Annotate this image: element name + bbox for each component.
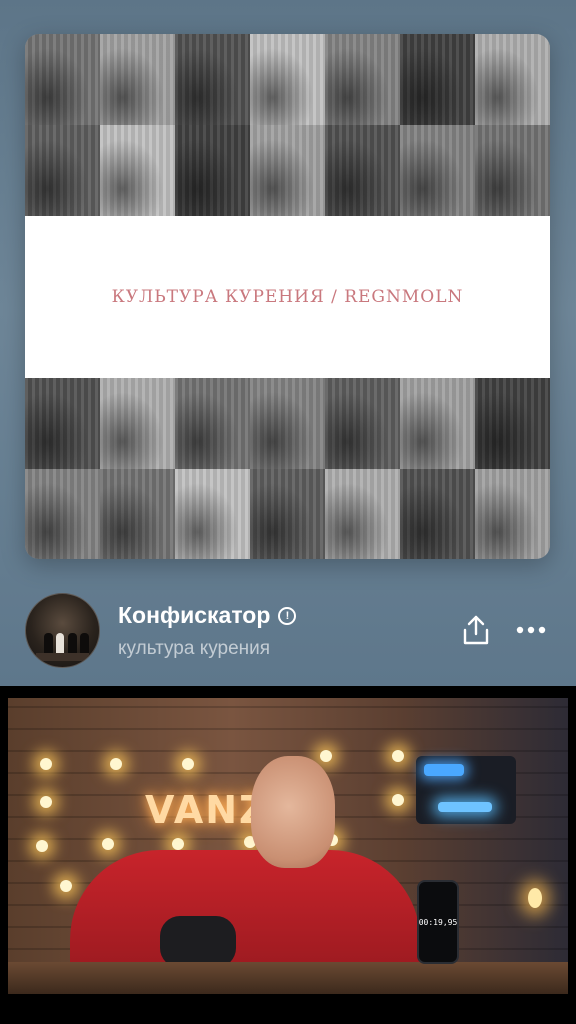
cover-collage-bottom [25, 378, 550, 559]
desk [8, 962, 568, 994]
cover-banner: КУЛЬТУРА КУРЕНИЯ / REGNMOLN [25, 216, 550, 378]
more-icon[interactable] [515, 620, 547, 640]
table-lamp [528, 888, 542, 908]
cover-banner-text: КУЛЬТУРА КУРЕНИЯ / REGNMOLN [111, 287, 464, 307]
track-title-line: Конфискатор ! [118, 602, 297, 629]
explicit-icon: ! [278, 606, 297, 625]
album-cover: КУЛЬТУРА КУРЕНИЯ / REGNMOLN [25, 34, 550, 559]
presenter-head [251, 756, 335, 868]
player-screen: КУЛЬТУРА КУРЕНИЯ / REGNMOLN Конфискатор … [0, 0, 576, 686]
cover-collage-top [25, 34, 550, 216]
presenter-body [70, 850, 420, 974]
speaker-device [416, 756, 516, 824]
track-title: Конфискатор [118, 602, 271, 628]
share-icon[interactable] [461, 614, 491, 646]
artist-avatar[interactable] [25, 593, 100, 668]
phone-timer-text: 00:19,95 [418, 917, 458, 927]
phone-stopwatch: 00:19,95 [417, 880, 459, 964]
presenter-glove [160, 916, 236, 968]
track-info-row: Конфискатор ! культура курения [25, 592, 551, 668]
video-thumbnail[interactable]: VANZ 00:19,95 [8, 698, 568, 994]
track-artist[interactable]: культура курения [118, 638, 270, 660]
